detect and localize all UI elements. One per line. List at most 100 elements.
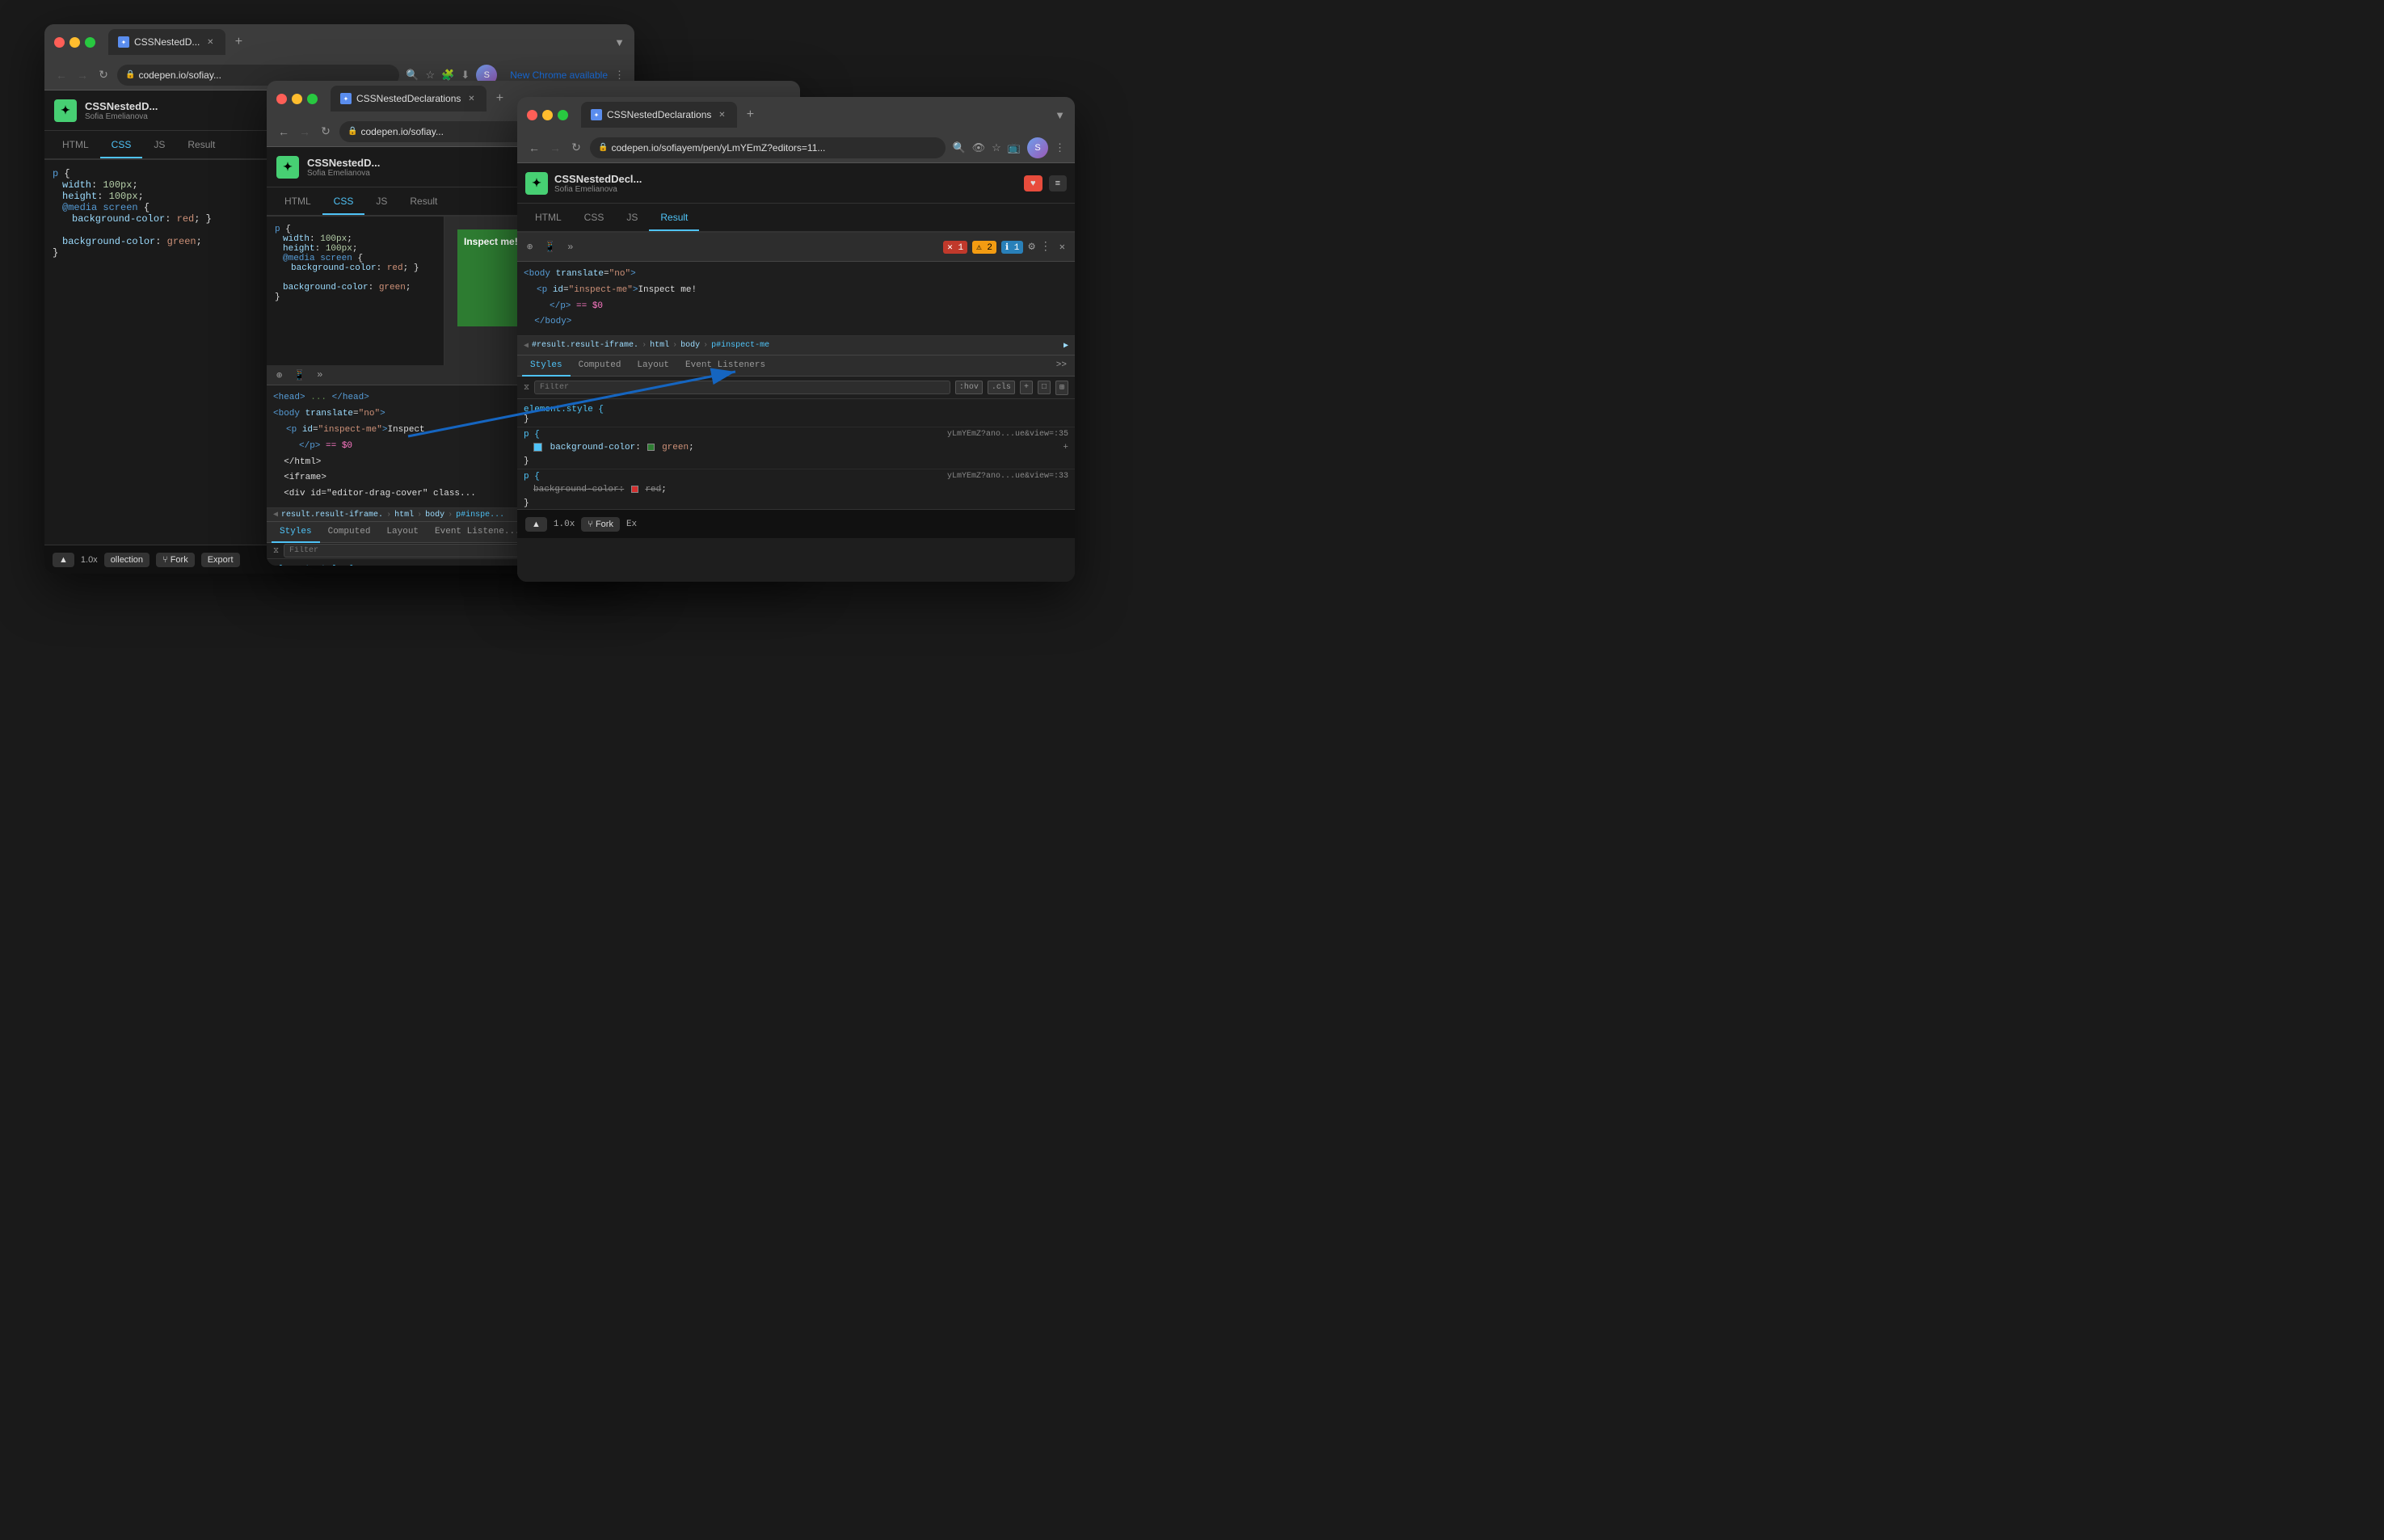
cp-tab-js-3[interactable]: JS: [615, 205, 649, 231]
dt-tab-computed-2[interactable]: Computed: [320, 522, 379, 543]
back-button-2[interactable]: ←: [276, 125, 291, 138]
dt-add-btn-3[interactable]: +: [1020, 381, 1033, 394]
dt-close-3[interactable]: ✕: [1056, 239, 1068, 255]
cp-collection-btn-1[interactable]: ollection: [104, 553, 150, 567]
close-button[interactable]: [54, 37, 65, 48]
close-button-3[interactable]: [527, 110, 537, 120]
dt-bc3-2[interactable]: html: [650, 341, 669, 350]
cp-tab-css-1[interactable]: CSS: [100, 133, 143, 158]
forward-button-1[interactable]: →: [75, 69, 90, 82]
reload-button-3[interactable]: ↻: [569, 141, 583, 154]
forward-button-3[interactable]: →: [548, 141, 562, 154]
cp-tab-css-2[interactable]: CSS: [322, 189, 365, 215]
cp-tab-html-1[interactable]: HTML: [51, 133, 100, 158]
more-icon-3[interactable]: ⋮: [1055, 141, 1065, 154]
cp-fork-btn-1[interactable]: ⑂ Fork: [156, 553, 195, 567]
win3-fork-btn[interactable]: ⑂ Fork: [581, 517, 620, 532]
minimize-button[interactable]: [69, 37, 80, 48]
cast-icon-3[interactable]: 📺: [1008, 141, 1021, 154]
cp-tab-js-2[interactable]: JS: [364, 189, 398, 215]
cp-tab-js-1[interactable]: JS: [142, 133, 176, 158]
css2-line-8: }: [275, 292, 436, 302]
dt-device-icon-2[interactable]: 📱: [290, 368, 309, 383]
dt-grid-btn-3[interactable]: ⊞: [1055, 381, 1068, 395]
dt-device-icon-3[interactable]: 📱: [541, 239, 559, 255]
cp-tab-result-2[interactable]: Result: [398, 189, 449, 215]
avatar-3[interactable]: S: [1027, 137, 1048, 158]
dt-box-btn-3[interactable]: □: [1038, 381, 1051, 394]
minimize-button-3[interactable]: [542, 110, 553, 120]
dt-tab-styles-3[interactable]: Styles: [522, 356, 571, 377]
minimize-button-2[interactable]: [292, 94, 302, 104]
dt-more-icon-3[interactable]: »: [564, 240, 576, 255]
cp-console-btn-1[interactable]: ▲: [53, 553, 74, 567]
dt-tab-layout-2[interactable]: Layout: [378, 522, 427, 543]
reload-button-2[interactable]: ↻: [318, 124, 333, 138]
back-button-1[interactable]: ←: [54, 69, 69, 82]
url-bar-3[interactable]: 🔒 codepen.io/sofiayem/pen/yLmYEmZ?editor…: [590, 137, 946, 158]
dt-tab-events-3[interactable]: Event Listeners: [677, 356, 773, 377]
dt-tab-events-2[interactable]: Event Listene...: [427, 522, 529, 543]
color-swatch-green3[interactable]: [647, 444, 655, 451]
back-button-3[interactable]: ←: [527, 141, 541, 154]
cp-tab-css-3[interactable]: CSS: [573, 205, 616, 231]
reload-button-1[interactable]: ↻: [96, 68, 111, 82]
dt-bc-1[interactable]: result.result-iframe.: [281, 511, 383, 520]
dt-tab-layout-3[interactable]: Layout: [629, 356, 677, 377]
puzzle-icon-1[interactable]: 🧩: [441, 69, 454, 82]
dt-filter-input-3[interactable]: [534, 381, 950, 394]
dt-more-icon-2[interactable]: »: [314, 368, 326, 382]
share-icon-1[interactable]: ⬇: [461, 69, 470, 82]
dt-hov-btn-3[interactable]: :hov: [955, 381, 983, 394]
dt-cursor-icon-3[interactable]: ⊕: [524, 239, 536, 255]
close-button-2[interactable]: [276, 94, 287, 104]
cp-menu-btn-3[interactable]: ≡: [1049, 175, 1067, 191]
dt-checkbox-green3[interactable]: [533, 443, 542, 452]
win3-console-btn[interactable]: ▲: [525, 517, 547, 532]
dt-bc-2[interactable]: html: [394, 511, 414, 520]
browser-tab-3[interactable]: ✦ CSSNestedDeclarations ✕: [581, 102, 737, 128]
cp-tab-html-2[interactable]: HTML: [273, 189, 322, 215]
maximize-button-3[interactable]: [558, 110, 568, 120]
color-swatch-red3[interactable]: [631, 486, 638, 493]
dt-add-prop-btn-3[interactable]: +: [1063, 440, 1068, 457]
browser-tab-2[interactable]: ✦ CSSNestedDeclarations ✕: [331, 86, 486, 112]
tab-close-2[interactable]: ✕: [465, 93, 477, 104]
dt-settings-3[interactable]: ⚙: [1028, 240, 1034, 254]
search-lens-icon[interactable]: 🔍: [406, 69, 419, 82]
cp-tab-result-3[interactable]: Result: [649, 205, 699, 231]
tab-close-1[interactable]: ✕: [204, 36, 216, 48]
cp-like-btn-3[interactable]: ♥: [1024, 175, 1042, 191]
new-tab-button-1[interactable]: +: [229, 32, 248, 52]
new-tab-button-2[interactable]: +: [490, 89, 509, 108]
dt-bc-3[interactable]: body: [425, 511, 444, 520]
maximize-button[interactable]: [85, 37, 95, 48]
dt-tab-computed-3[interactable]: Computed: [571, 356, 630, 377]
traffic-lights-2: [276, 94, 318, 104]
cp-tab-html-3[interactable]: HTML: [524, 205, 573, 231]
maximize-button-2[interactable]: [307, 94, 318, 104]
cp-tab-result-1[interactable]: Result: [176, 133, 226, 158]
search-icon-3[interactable]: 🔍: [952, 141, 965, 154]
window-menu-3[interactable]: ▼: [1055, 109, 1065, 121]
tab-favicon-1: ✦: [118, 36, 129, 48]
new-tab-button-3[interactable]: +: [740, 105, 760, 124]
dt-tab-styles-2[interactable]: Styles: [272, 522, 320, 543]
dt-tab-more-3[interactable]: >>: [1053, 356, 1070, 376]
more-icon-1[interactable]: ⋮: [614, 69, 625, 82]
dt-cls-btn-3[interactable]: .cls: [988, 381, 1015, 394]
forward-button-2[interactable]: →: [297, 125, 312, 138]
bookmark-icon-3[interactable]: ☆: [992, 141, 1001, 154]
window-menu-1[interactable]: ▼: [614, 36, 625, 48]
cp-export-btn-1[interactable]: Export: [201, 553, 240, 567]
accessibility-icon-3[interactable]: 👁: [972, 141, 986, 154]
bookmark-icon-1[interactable]: ☆: [426, 69, 436, 82]
cp-editor-2[interactable]: p { width: 100px; height: 100px; @media …: [267, 217, 444, 365]
dt-cursor-icon-2[interactable]: ⊕: [273, 368, 285, 383]
dt-bc3-1[interactable]: #result.result-iframe.: [532, 341, 638, 350]
browser-tab-1[interactable]: ✦ CSSNestedD... ✕: [108, 29, 225, 55]
dt-bc3-sep-1: ›: [642, 341, 647, 350]
dt-bc3-3[interactable]: body: [680, 341, 700, 350]
tab-close-3[interactable]: ✕: [716, 109, 727, 120]
dt-more-3[interactable]: ⋮: [1040, 240, 1051, 254]
